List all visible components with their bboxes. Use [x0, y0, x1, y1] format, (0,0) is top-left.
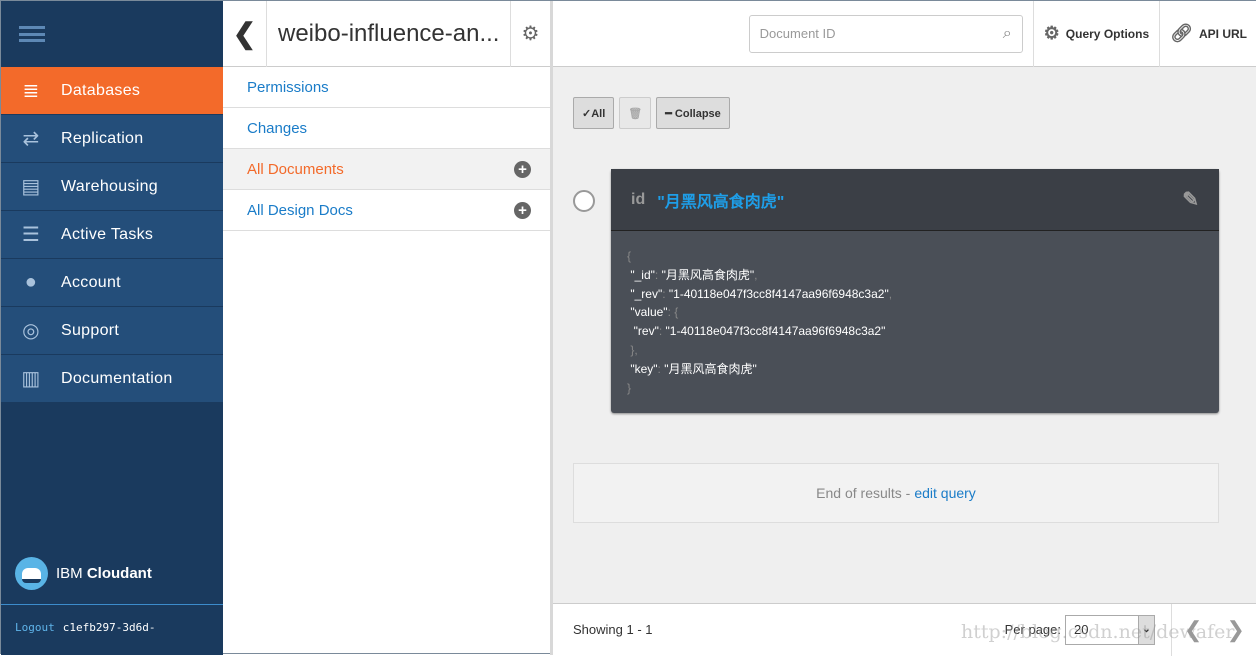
per-page-value: 20 [1074, 622, 1089, 637]
plus-icon[interactable]: + [514, 201, 531, 219]
cloud-icon [15, 557, 48, 590]
brand-logo: IBM Cloudant [15, 557, 152, 590]
id-value[interactable]: "月黑风高食肉虎" [657, 188, 784, 212]
edit-query-link[interactable]: edit query [914, 485, 975, 501]
sidebar-item-databases[interactable]: ≣ Databases [1, 67, 223, 115]
sidebar-item-label: Databases [61, 81, 141, 99]
gears-icon: ⚙ [1043, 23, 1060, 43]
back-button[interactable]: ❮ [223, 0, 267, 67]
sidebar-item-replication[interactable]: ⇄ Replication [1, 115, 223, 163]
menu-permissions[interactable]: Permissions [223, 67, 550, 108]
brand-name: Cloudant [86, 565, 152, 582]
gear-icon[interactable]: ⚙ [510, 0, 550, 67]
username: c1efb297-3d6d- [62, 621, 156, 634]
database-panel: ❮ weibo-influence-an... ⚙ Permissions Ch… [223, 0, 553, 655]
brand-ibm: IBM [56, 565, 83, 582]
trash-icon[interactable]: 🗑︎ [619, 97, 652, 129]
link-icon: 🔗︎ [1170, 23, 1193, 43]
end-text: End of results - [816, 485, 911, 501]
search-icon[interactable]: ⌕ [1003, 25, 1012, 43]
showing-count: Showing 1 - 1 [573, 622, 653, 637]
menu-label: All Design Docs [247, 201, 353, 219]
per-page-select[interactable]: 20 ⌄ [1065, 614, 1155, 645]
collapse-button[interactable]: ━ Collapse [656, 97, 730, 129]
sidebar-item-label: Active Tasks [61, 225, 154, 243]
tasks-icon: ☰ [21, 224, 41, 246]
sidebar-item-documentation[interactable]: ▥ Documentation [1, 355, 223, 403]
main-content: Document ID ⌕ ⚙ Query Options 🔗︎ API URL ✓A… [553, 0, 1256, 656]
warehouse-icon: ▤ [21, 176, 41, 198]
sidebar-item-support[interactable]: ◎ Support [1, 307, 223, 355]
sidebar-item-label: Replication [61, 129, 144, 147]
prev-page-icon[interactable]: ❮ [1184, 617, 1202, 643]
database-icon: ≣ [22, 80, 40, 102]
menu-label: Permissions [247, 78, 329, 96]
document-card: id "月黑风高食肉虎" ✎ { "_id": "月黑风高食肉虎", "_rev":… [611, 169, 1219, 413]
id-label: id [631, 190, 646, 208]
search-placeholder: Document ID [759, 26, 836, 41]
menu-icon[interactable] [1, 1, 223, 67]
menu-all-design-docs[interactable]: All Design Docs + [223, 190, 550, 231]
sidebar: ≣ Databases ⇄ Replication ▤ Warehousing ☰ Ac… [1, 1, 223, 655]
api-url-button[interactable]: 🔗︎ API URL [1159, 0, 1256, 67]
replication-icon: ⇄ [22, 128, 40, 150]
chevron-down-icon: ⌄ [1138, 615, 1154, 644]
sidebar-item-active-tasks[interactable]: ☰ Active Tasks [1, 211, 223, 259]
footer: Showing 1 - 1 Per page: 20 ⌄ ❮ ❯ [553, 603, 1256, 656]
database-name: weibo-influence-an... [278, 19, 500, 47]
logout-area: Logout c1efb297-3d6d- [1, 604, 223, 650]
next-page-icon[interactable]: ❯ [1227, 617, 1245, 643]
sidebar-item-account[interactable]: ● Account [1, 259, 223, 307]
user-icon: ● [24, 271, 38, 293]
sidebar-item-warehousing[interactable]: ▤ Warehousing [1, 163, 223, 211]
pencil-icon[interactable]: ✎ [1182, 187, 1199, 212]
sidebar-item-label: Documentation [61, 369, 173, 387]
button-label: API URL [1199, 26, 1247, 41]
document-id-search[interactable]: Document ID ⌕ [748, 14, 1023, 53]
plus-icon[interactable]: + [514, 160, 531, 178]
button-label: Query Options [1065, 26, 1150, 41]
menu-all-documents[interactable]: All Documents + [223, 149, 550, 190]
sidebar-item-label: Account [61, 273, 121, 291]
query-options-button[interactable]: ⚙ Query Options [1032, 0, 1159, 67]
menu-changes[interactable]: Changes [223, 108, 550, 149]
logout-link[interactable]: Logout [15, 621, 55, 634]
document-json: { "_id": "月黑风高食肉虎", "_rev": "1-40118e047… [627, 249, 893, 395]
document-select-radio[interactable] [573, 190, 595, 212]
sidebar-item-label: Warehousing [61, 177, 158, 195]
menu-label: Changes [247, 119, 308, 137]
sidebar-item-label: Support [61, 321, 120, 339]
select-all-button[interactable]: ✓All [573, 97, 615, 129]
per-page-label: Per page: [1004, 622, 1061, 637]
lifebuoy-icon: ◎ [22, 320, 40, 342]
menu-label: All Documents [247, 160, 344, 178]
book-icon: ▥ [21, 368, 41, 390]
end-of-results: End of results - edit query [573, 463, 1219, 523]
